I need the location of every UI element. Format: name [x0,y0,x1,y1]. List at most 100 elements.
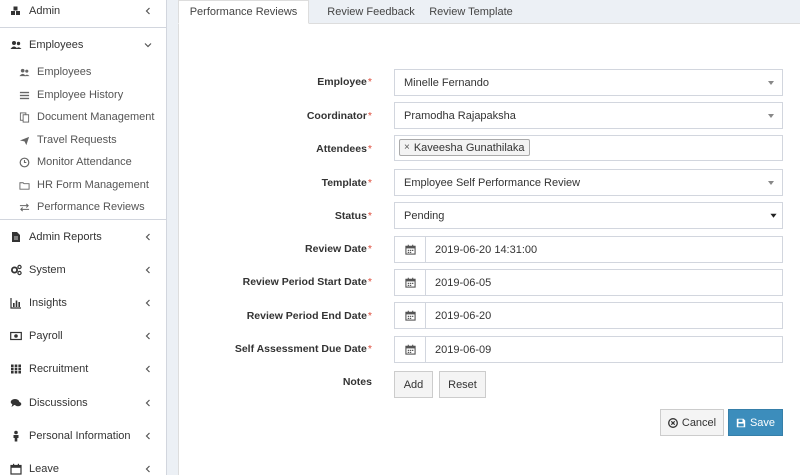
sidebar-item-recruitment[interactable]: Recruitment [0,352,166,385]
clock-icon [19,157,30,167]
sidebar-item-label: Admin Reports [29,230,102,243]
cancel-button[interactable]: Cancel [660,409,724,436]
self-assessment-due-field [394,336,783,363]
sidebar-item-system[interactable]: System [0,253,166,286]
review-date-field [394,236,783,263]
users-icon [19,68,30,76]
cogs-icon [11,264,22,275]
sidebar-subitem-label: Document Management [37,111,155,123]
sidebar-subitem-employees[interactable]: Employees [0,61,166,83]
chevron-down-icon [144,42,152,47]
notes-reset-button[interactable]: Reset [439,371,486,398]
sidebar-subitem-label: HR Form Management [37,179,149,191]
sidebar-subitem-label: Travel Requests [37,134,117,146]
template-select[interactable]: Employee Self Performance Review [394,169,783,196]
calendar-icon [404,277,416,288]
sidebar: Admin Employees Employees Employee Histo… [0,0,167,475]
caret-down-icon [768,181,774,185]
sidebar-item-label: Payroll [29,329,63,342]
files-icon [19,111,30,123]
sidebar-item-leave[interactable]: Leave [0,452,166,475]
calendar-button[interactable] [394,236,426,263]
sidebar-item-admin[interactable]: Admin [0,0,166,27]
status-select[interactable]: Pending [394,202,783,229]
review-date-input[interactable] [426,236,783,263]
review-date-label: Review Date* [305,243,372,255]
tab-bar: Performance Reviews Review Feedback Revi… [178,0,800,24]
tab-review-feedback[interactable]: Review Feedback [310,0,432,24]
period-start-field [394,269,783,296]
calendar-button[interactable] [394,336,426,363]
sidebar-subitem-label: Performance Reviews [37,201,145,213]
person-icon [13,430,19,441]
calendar-icon [404,344,416,355]
status-select-value: Pending [404,209,445,222]
comments-icon [10,398,22,407]
chevron-left-icon [145,365,150,372]
caret-down-icon [768,81,774,85]
times-circle-icon [667,417,678,428]
sidebar-item-personal-information[interactable]: Personal Information [0,419,166,452]
self-assessment-due-label: Self Assessment Due Date* [234,343,372,355]
sidebar-item-label: Insights [29,296,67,309]
caret-down-icon [768,114,774,118]
sidebar-item-label: Leave [29,462,59,475]
period-start-input[interactable] [426,269,783,296]
coordinator-select[interactable]: Pramodha Rajapaksha [394,102,783,129]
bar-chart-icon [10,297,21,309]
sidebar-subitem-travel-requests[interactable]: Travel Requests [0,129,166,151]
tab-review-template[interactable]: Review Template [418,0,524,24]
coordinator-select-value: Pramodha Rajapaksha [404,109,516,122]
employee-select-value: Minelle Fernando [404,76,489,89]
attendees-multiselect[interactable]: × Kaveesha Gunathilaka [394,135,783,161]
chevron-left-icon [145,465,150,472]
remove-tag-icon[interactable]: × [404,142,410,153]
chevron-left-icon [145,332,150,339]
status-label: Status* [334,210,372,222]
sidebar-subitem-label: Employees [37,66,92,78]
chevron-left-icon [145,299,150,306]
sidebar-subitem-performance-reviews[interactable]: Performance Reviews [0,196,166,218]
calendar-icon [10,463,22,475]
save-button[interactable]: Save [728,409,783,436]
grid-icon [11,364,21,373]
calendar-button[interactable] [394,269,426,296]
sidebar-item-label: Admin [29,4,61,17]
sidebar-subitem-monitor-attendance[interactable]: Monitor Attendance [0,151,166,173]
save-icon [736,418,746,427]
money-icon [10,331,22,340]
chevron-left-icon [145,266,150,273]
review-period-start-label: Review Period Start Date* [242,276,372,288]
cubes-icon [11,6,20,15]
sidebar-subitem-document-management[interactable]: Document Management [0,106,166,128]
sidebar-item-employees[interactable]: Employees [0,28,166,61]
list-icon [19,91,30,99]
sidebar-item-discussions[interactable]: Discussions [0,386,166,419]
attendee-tag-label: Kaveesha Gunathilaka [413,141,525,154]
employee-label: Employee* [317,76,372,88]
notes-add-button[interactable]: Add [394,371,433,398]
template-label: Template* [321,177,372,189]
coordinator-label: Coordinator* [306,110,372,122]
sidebar-subitem-employee-history[interactable]: Employee History [0,84,166,106]
calendar-icon [404,244,416,255]
chevron-left-icon [145,432,150,439]
review-period-end-label: Review Period End Date* [246,310,372,322]
period-end-input[interactable] [426,302,783,329]
notes-label: Notes [342,376,372,388]
sidebar-item-label: Discussions [29,396,88,409]
users-icon [10,40,22,49]
tab-performance-reviews[interactable]: Performance Reviews [178,0,309,24]
attendees-label: Attendees* [316,143,372,155]
employee-select[interactable]: Minelle Fernando [394,69,783,96]
sidebar-subitem-hr-form-management[interactable]: HR Form Management [0,174,166,196]
sidebar-item-insights[interactable]: Insights [0,286,166,319]
folder-icon [19,181,30,190]
chevron-left-icon [145,399,150,406]
save-button-label: Save [749,416,776,429]
sidebar-item-admin-reports[interactable]: Admin Reports [0,220,166,253]
sidebar-item-payroll[interactable]: Payroll [0,319,166,352]
calendar-button[interactable] [394,302,426,329]
chevron-down-icon [770,213,777,218]
self-assessment-due-input[interactable] [426,336,783,363]
